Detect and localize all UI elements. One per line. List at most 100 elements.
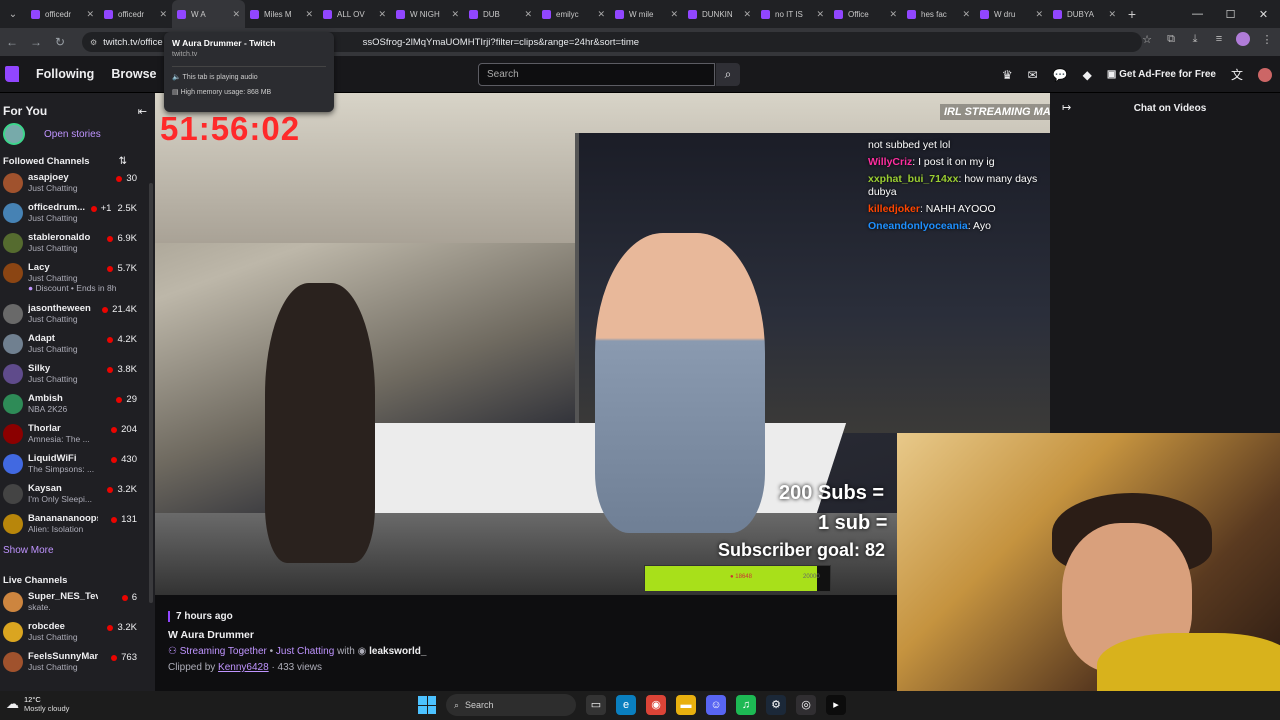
forward-icon[interactable]: → — [24, 35, 48, 49]
browser-tab[interactable]: DUB ✕ — [464, 0, 537, 28]
browser-tab[interactable]: W dru ✕ — [975, 0, 1048, 28]
download-icon[interactable]: ⤓ — [1188, 33, 1202, 46]
crown-icon[interactable]: ♛ — [1002, 68, 1013, 82]
browser-tab[interactable]: Office ✕ — [829, 0, 902, 28]
channel-category: skate. — [28, 602, 51, 612]
browser-tab[interactable]: DUNKIN ✕ — [683, 0, 756, 28]
live-channel-item[interactable]: FeelsSunnyMan Just Chatting 763 — [0, 648, 155, 678]
close-tab-icon[interactable]: ✕ — [159, 9, 167, 20]
close-tab-icon[interactable]: ✕ — [451, 9, 459, 20]
nav-browse[interactable]: Browse — [111, 67, 156, 81]
browser-tab[interactable]: DUBYA ✕ — [1048, 0, 1121, 28]
sort-icon[interactable]: ⇅ — [119, 156, 127, 167]
back-icon[interactable]: ← — [0, 35, 24, 49]
inbox-icon[interactable]: ✉ — [1028, 68, 1038, 82]
browser-tab[interactable]: officedr ✕ — [99, 0, 172, 28]
start-button[interactable] — [418, 696, 436, 714]
close-tab-icon[interactable]: ✕ — [378, 9, 386, 20]
followed-channel-item[interactable]: stableronaldo Just Chatting 6.9K — [0, 229, 155, 259]
collapse-sidebar-icon[interactable]: ⇤ — [138, 105, 147, 118]
chrome-icon[interactable]: ◉ — [646, 695, 666, 715]
whispers-icon[interactable]: 💬 — [1053, 68, 1068, 82]
search-icon[interactable]: ⌕ — [716, 63, 740, 86]
new-tab-button[interactable]: + — [1121, 6, 1143, 22]
task-view-icon[interactable]: ▭ — [586, 695, 606, 715]
site-info-icon[interactable]: ⚙ — [90, 38, 97, 47]
ad-free-button[interactable]: ▣ Get Ad-Free for Free — [1107, 69, 1216, 80]
followed-channel-item[interactable]: Silky Just Chatting 3.8K — [0, 360, 155, 390]
steam-icon[interactable]: ⚙ — [766, 695, 786, 715]
translate-icon[interactable]: 文 — [1231, 66, 1243, 83]
media-controls-icon[interactable]: ≡ — [1212, 33, 1226, 45]
close-tab-icon[interactable]: ✕ — [889, 9, 897, 20]
tab-favicon-icon — [31, 9, 40, 19]
followed-channel-item[interactable]: Lacy Just Chatting 5.7K ● Discount • Ends i… — [0, 259, 155, 300]
live-channel-item[interactable]: Super_NES_Tev...skate. 6 — [0, 588, 155, 618]
browser-tab[interactable]: W NIGH ✕ — [391, 0, 464, 28]
terminal-icon[interactable]: ▸ — [826, 695, 846, 715]
collapse-chat-icon[interactable]: ↦ — [1062, 101, 1071, 114]
more-menu-icon[interactable]: ⋮ — [1260, 33, 1274, 46]
browser-tab[interactable]: Miles M ✕ — [245, 0, 318, 28]
profile-avatar[interactable] — [1236, 32, 1250, 46]
close-tab-icon[interactable]: ✕ — [305, 9, 313, 20]
live-channel-item[interactable]: robcdee Just Chatting 3.2K — [0, 618, 155, 648]
followed-channel-item[interactable]: asapjoey Just Chatting 30 — [0, 169, 155, 199]
close-tab-icon[interactable]: ✕ — [86, 9, 94, 20]
followed-channel-item[interactable]: Thorlar Amnesia: The ... 204 — [0, 420, 155, 450]
close-tab-icon[interactable]: ✕ — [1108, 9, 1116, 20]
browser-tab[interactable]: no IT IS ✕ — [756, 0, 829, 28]
category-link[interactable]: Just Chatting — [276, 646, 334, 657]
twitch-logo-icon[interactable] — [5, 66, 19, 82]
browser-tab[interactable]: hes fac ✕ — [902, 0, 975, 28]
followed-channel-item[interactable]: Kaysan I'm Only Sleepi... 3.2K — [0, 480, 155, 510]
close-tab-icon[interactable]: ✕ — [232, 9, 240, 20]
show-more-link[interactable]: Show More — [0, 540, 155, 566]
discord-icon[interactable]: ☺ — [706, 695, 726, 715]
user-avatar[interactable] — [1258, 67, 1272, 82]
maximize-icon[interactable]: ☐ — [1214, 8, 1247, 21]
close-tab-icon[interactable]: ✕ — [1035, 9, 1043, 20]
edge-icon[interactable]: e — [616, 695, 636, 715]
with-user-link[interactable]: leaksworld_ — [369, 646, 426, 657]
close-tab-icon[interactable]: ✕ — [743, 9, 751, 20]
file-explorer-icon[interactable]: ▬ — [676, 695, 696, 715]
close-window-icon[interactable]: ✕ — [1247, 8, 1280, 21]
reload-icon[interactable]: ↻ — [48, 35, 72, 49]
browser-tab[interactable]: officedr ✕ — [26, 0, 99, 28]
close-tab-icon[interactable]: ✕ — [597, 9, 605, 20]
spotify-icon[interactable]: ♫ — [736, 695, 756, 715]
tab-search-icon[interactable]: ⌄ — [0, 9, 26, 20]
browser-tab[interactable]: W mile ✕ — [610, 0, 683, 28]
close-tab-icon[interactable]: ✕ — [524, 9, 532, 20]
followed-channel-item[interactable]: jasontheween Just Chatting 21.4K — [0, 300, 155, 330]
browser-tab[interactable]: W A ✕ — [172, 0, 245, 28]
close-tab-icon[interactable]: ✕ — [816, 9, 824, 20]
clipper-link[interactable]: Kenny6428 — [218, 662, 269, 673]
sub-goal-progress-bar: ● 18648 20000 — [644, 565, 831, 592]
browser-tab[interactable]: ALL OV ✕ — [318, 0, 391, 28]
open-stories-item[interactable]: Open stories — [0, 121, 155, 147]
streaming-together-link[interactable]: ⚇ Streaming Together — [168, 646, 267, 657]
with-user-avatar: ◉ — [357, 646, 367, 657]
followed-channel-item[interactable]: Ambish NBA 2K26 29 — [0, 390, 155, 420]
viewer-count: 131 — [121, 514, 137, 525]
nav-following[interactable]: Following — [36, 67, 94, 81]
followed-channel-item[interactable]: LiquidWiFi The Simpsons: ... 430 — [0, 450, 155, 480]
bits-icon[interactable]: ◆ — [1083, 68, 1092, 82]
extensions-icon[interactable]: ⧉ — [1164, 33, 1178, 46]
browser-tab[interactable]: emilyc ✕ — [537, 0, 610, 28]
channel-category: Just Chatting — [28, 314, 78, 324]
search-input[interactable]: Search — [478, 63, 715, 86]
minimize-icon[interactable]: — — [1181, 8, 1214, 20]
taskbar-search[interactable]: ⌕ Search — [446, 694, 576, 716]
followed-channel-item[interactable]: officedrum... Just Chatting +1 2.5K — [0, 199, 155, 229]
weather-widget[interactable]: ☁ 12°C Mostly cloudy — [6, 695, 69, 713]
followed-channel-item[interactable]: Adapt Just Chatting 4.2K — [0, 330, 155, 360]
close-tab-icon[interactable]: ✕ — [670, 9, 678, 20]
close-tab-icon[interactable]: ✕ — [962, 9, 970, 20]
bookmark-star-icon[interactable]: ☆ — [1140, 33, 1154, 46]
followed-channel-item[interactable]: Bananananoops Alien: Isolation 131 — [0, 510, 155, 540]
sidebar-scrollbar[interactable] — [149, 183, 153, 603]
obs-icon[interactable]: ◎ — [796, 695, 816, 715]
